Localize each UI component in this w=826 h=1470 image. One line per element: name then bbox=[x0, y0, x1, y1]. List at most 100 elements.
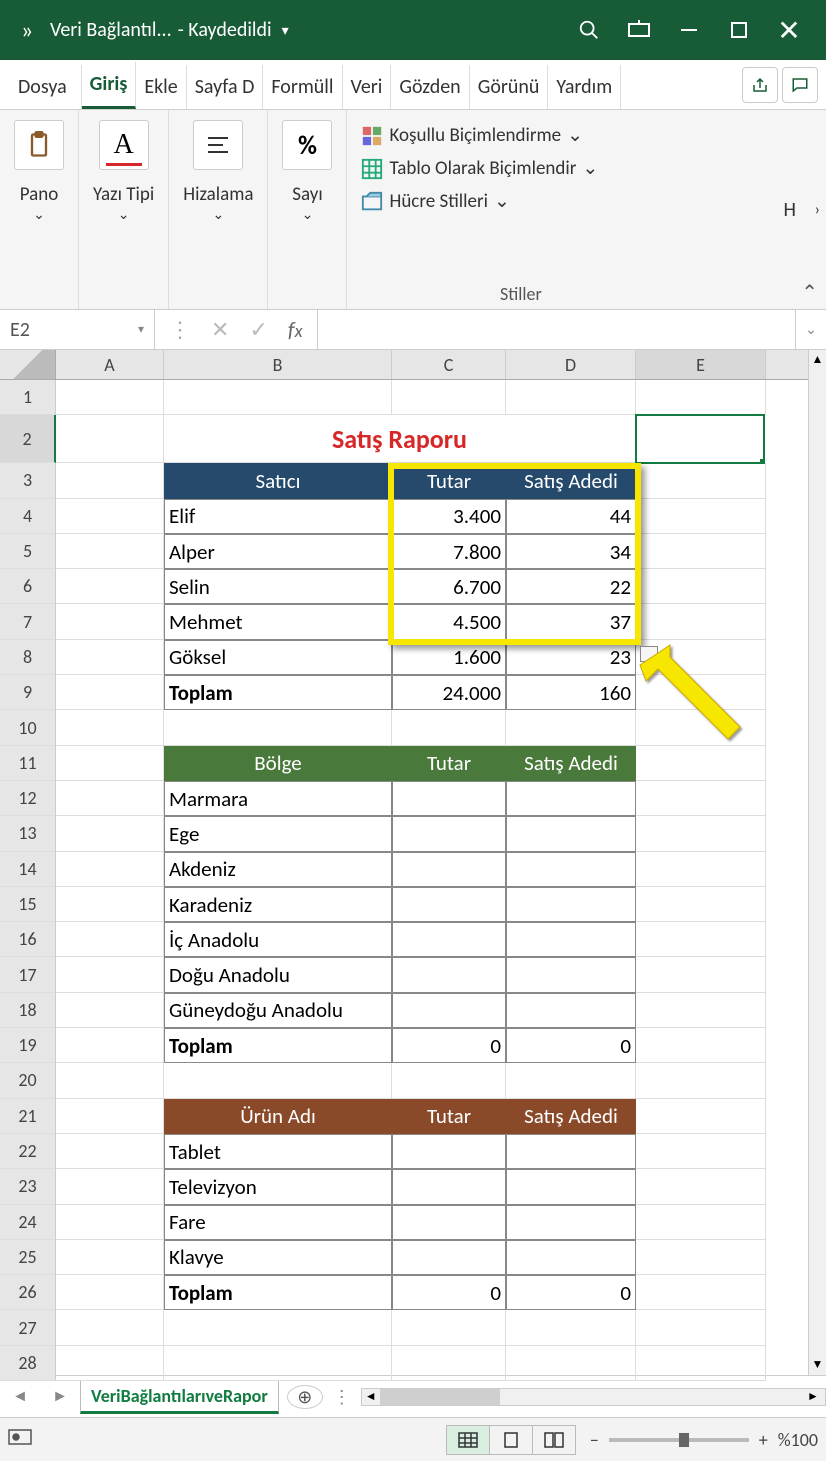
cell-styles-button[interactable]: Hücre Stilleri ⌄ bbox=[361, 190, 598, 213]
cell-E3[interactable] bbox=[636, 463, 766, 498]
col-header-E[interactable]: E bbox=[636, 350, 766, 379]
cell-D6[interactable]: 22 bbox=[506, 569, 636, 604]
conditional-formatting-button[interactable]: Koşullu Biçimlendirme ⌄ bbox=[361, 124, 598, 147]
cell-E14[interactable] bbox=[636, 852, 766, 887]
share-button[interactable] bbox=[742, 67, 778, 103]
cell-A2[interactable] bbox=[56, 415, 164, 463]
row-header[interactable]: 18 bbox=[0, 993, 56, 1028]
cell-B3[interactable]: Satıcı bbox=[164, 463, 392, 498]
cell-A10[interactable] bbox=[56, 710, 164, 745]
row-header[interactable]: 1 bbox=[0, 380, 56, 415]
tab-data[interactable]: Veri bbox=[343, 65, 392, 109]
cell-E1[interactable] bbox=[636, 380, 766, 415]
record-macro-icon[interactable] bbox=[8, 1427, 32, 1452]
cell-B19[interactable]: Toplam bbox=[164, 1028, 392, 1063]
cell-E16[interactable] bbox=[636, 922, 766, 957]
row-header[interactable]: 7 bbox=[0, 604, 56, 639]
cell-E13[interactable] bbox=[636, 816, 766, 851]
cell-B20[interactable] bbox=[164, 1063, 392, 1098]
chevron-down-icon[interactable]: ▾ bbox=[282, 22, 289, 39]
alignment-button[interactable] bbox=[193, 120, 243, 170]
more-sheet-icon[interactable]: ⋮ bbox=[333, 1386, 351, 1408]
cell-B26[interactable]: Toplam bbox=[164, 1275, 392, 1310]
collapse-ribbon-icon[interactable]: ⌃ bbox=[801, 280, 818, 305]
cell-D18[interactable] bbox=[506, 993, 636, 1028]
row-header[interactable]: 13 bbox=[0, 816, 56, 851]
cell-C26[interactable]: 0 bbox=[392, 1275, 506, 1310]
cell-A8[interactable] bbox=[56, 640, 164, 675]
row-header[interactable]: 17 bbox=[0, 957, 56, 992]
cell-C3[interactable]: Tutar bbox=[392, 463, 506, 498]
font-button[interactable]: A bbox=[99, 120, 149, 170]
cell-C4[interactable]: 3.400 bbox=[392, 499, 506, 534]
cell-B10[interactable] bbox=[164, 710, 392, 745]
row-header[interactable]: 14 bbox=[0, 852, 56, 887]
cell-C18[interactable] bbox=[392, 993, 506, 1028]
new-sheet-button[interactable]: ⊕ bbox=[287, 1385, 323, 1409]
close-button[interactable]: ✕ bbox=[764, 10, 814, 50]
name-box[interactable]: E2▾ bbox=[0, 310, 155, 350]
cell-A6[interactable] bbox=[56, 569, 164, 604]
view-pagelayout-button[interactable] bbox=[489, 1425, 533, 1455]
cell-D17[interactable] bbox=[506, 957, 636, 992]
cell-D22[interactable] bbox=[506, 1134, 636, 1169]
cell-E12[interactable] bbox=[636, 781, 766, 816]
cell-D25[interactable] bbox=[506, 1240, 636, 1275]
row-header[interactable]: 15 bbox=[0, 887, 56, 922]
cell-C28[interactable] bbox=[392, 1346, 506, 1381]
cell-D3[interactable]: Satış Adedi bbox=[506, 463, 636, 498]
row-header[interactable]: 2 bbox=[0, 415, 56, 463]
scroll-down-icon[interactable]: ▼ bbox=[809, 1355, 826, 1375]
cell-E25[interactable] bbox=[636, 1240, 766, 1275]
cell-A16[interactable] bbox=[56, 922, 164, 957]
search-icon[interactable] bbox=[564, 10, 614, 50]
cell-C24[interactable] bbox=[392, 1205, 506, 1240]
tab-help[interactable]: Yardım bbox=[548, 65, 621, 109]
col-header-D[interactable]: D bbox=[506, 350, 636, 379]
cell-A20[interactable] bbox=[56, 1063, 164, 1098]
cell-C9[interactable]: 24.000 bbox=[392, 675, 506, 710]
cell-D7[interactable]: 37 bbox=[506, 604, 636, 639]
cell-D12[interactable] bbox=[506, 781, 636, 816]
sheet-nav-prev[interactable]: ◄ bbox=[0, 1387, 40, 1406]
cell-D11[interactable]: Satış Adedi bbox=[506, 746, 636, 781]
cell-D8[interactable]: 23 bbox=[506, 640, 636, 675]
column-headers[interactable]: A B C D E bbox=[0, 350, 808, 380]
zoom-slider[interactable] bbox=[609, 1438, 749, 1442]
cell-B12[interactable]: Marmara bbox=[164, 781, 392, 816]
cell-A12[interactable] bbox=[56, 781, 164, 816]
cell-C20[interactable] bbox=[392, 1063, 506, 1098]
row-header[interactable]: 8 bbox=[0, 640, 56, 675]
cell-D4[interactable]: 44 bbox=[506, 499, 636, 534]
row-header[interactable]: 19 bbox=[0, 1028, 56, 1063]
cell-B28[interactable] bbox=[164, 1346, 392, 1381]
comments-button[interactable] bbox=[782, 67, 818, 103]
cell-C7[interactable]: 4.500 bbox=[392, 604, 506, 639]
row-header[interactable]: 5 bbox=[0, 534, 56, 569]
cell-A25[interactable] bbox=[56, 1240, 164, 1275]
cell-B8[interactable]: Göksel bbox=[164, 640, 392, 675]
ribbon-truncated-cells[interactable]: H bbox=[784, 198, 796, 222]
row-header[interactable]: 22 bbox=[0, 1134, 56, 1169]
view-pagebreak-button[interactable] bbox=[532, 1425, 576, 1455]
smart-tag-icon[interactable] bbox=[640, 646, 658, 662]
formula-input[interactable] bbox=[317, 310, 796, 349]
cell-C25[interactable] bbox=[392, 1240, 506, 1275]
cell-D1[interactable] bbox=[506, 380, 636, 415]
cell-D15[interactable] bbox=[506, 887, 636, 922]
cell-C8[interactable]: 1.600 bbox=[392, 640, 506, 675]
cell-E23[interactable] bbox=[636, 1169, 766, 1204]
horizontal-scrollbar[interactable]: ◄► bbox=[361, 1388, 826, 1406]
more-commands-icon[interactable]: » bbox=[12, 16, 42, 45]
cell-E5[interactable] bbox=[636, 534, 766, 569]
tab-formulas[interactable]: Formüll bbox=[263, 65, 342, 109]
cell-D16[interactable] bbox=[506, 922, 636, 957]
row-header[interactable]: 6 bbox=[0, 569, 56, 604]
spreadsheet-grid[interactable]: A B C D E 12Satış Raporu3SatıcıTutarSatı… bbox=[0, 350, 826, 1375]
number-button[interactable]: % bbox=[282, 120, 332, 170]
row-header[interactable]: 16 bbox=[0, 922, 56, 957]
cell-E6[interactable] bbox=[636, 569, 766, 604]
more-fx-icon[interactable]: ⋮ bbox=[169, 316, 191, 343]
cell-D24[interactable] bbox=[506, 1205, 636, 1240]
cell-A13[interactable] bbox=[56, 816, 164, 851]
